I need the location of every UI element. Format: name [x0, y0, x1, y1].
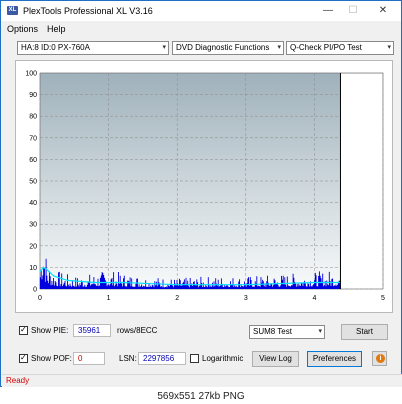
- pof-value: 0: [73, 352, 105, 365]
- y-tick-label: 10: [29, 265, 37, 272]
- chevron-down-icon: ▾: [387, 44, 391, 51]
- show-pof-checkbox[interactable]: [19, 353, 28, 363]
- sum-test-select-value: SUM8 Test: [253, 327, 292, 336]
- info-icon: i: [376, 354, 385, 363]
- sum-test-select[interactable]: SUM8 Test ▾: [249, 325, 325, 339]
- x-tick-label: 4: [312, 295, 316, 302]
- start-button[interactable]: Start: [341, 324, 388, 340]
- lsn-label: LSN:: [119, 354, 137, 363]
- menu-options[interactable]: Options: [7, 24, 38, 34]
- chevron-down-icon: ▾: [162, 44, 166, 51]
- y-tick-label: 0: [33, 287, 37, 294]
- y-tick-label: 50: [29, 179, 37, 186]
- unused-area: [340, 73, 383, 289]
- x-tick-label: 2: [175, 295, 179, 302]
- app-logo-icon: XL: [7, 6, 18, 15]
- logarithmic-label: Logarithmic: [202, 354, 244, 363]
- test-select[interactable]: Q-Check PI/PO Test ▾: [286, 41, 394, 55]
- info-button[interactable]: i: [372, 351, 387, 366]
- close-button[interactable]: ✕: [371, 3, 395, 19]
- y-tick-label: 80: [29, 114, 37, 121]
- menu-bar: Options Help: [1, 21, 401, 36]
- y-tick-label: 100: [25, 71, 37, 78]
- x-tick-label: 1: [107, 295, 111, 302]
- lsn-value: 2297856: [138, 352, 186, 365]
- status-bar: Ready: [2, 374, 402, 387]
- rows-label: rows/8ECC: [117, 326, 158, 335]
- chart-canvas: 0 10 20 30 40 50 60 70 80 90 100 0 1 2 3 4 5: [25, 71, 385, 303]
- function-select[interactable]: DVD Diagnostic Functions ▾: [172, 41, 284, 55]
- pie-po-chart: 0 10 20 30 40 50 60 70 80 90 100 0 1 2 3 4 5: [15, 60, 393, 313]
- drive-select[interactable]: HA:8 ID:0 PX-760A ▾: [17, 41, 169, 55]
- x-tick-label: 3: [244, 295, 248, 302]
- view-log-button[interactable]: View Log: [252, 351, 299, 367]
- y-tick-label: 70: [29, 135, 37, 142]
- y-tick-label: 60: [29, 157, 37, 164]
- status-text: Ready: [6, 376, 30, 385]
- pie-value: 35961: [73, 324, 111, 337]
- y-tick-label: 40: [29, 200, 37, 207]
- image-caption: 569x551 27kb PNG: [0, 389, 402, 404]
- logarithmic-checkbox[interactable]: [190, 354, 199, 363]
- show-pie-checkbox[interactable]: [19, 325, 28, 335]
- function-select-value: DVD Diagnostic Functions: [176, 43, 270, 52]
- chevron-down-icon: ▾: [318, 328, 322, 335]
- preferences-button[interactable]: Preferences: [307, 351, 362, 367]
- test-select-value: Q-Check PI/PO Test: [290, 43, 362, 52]
- app-window: XL PlexTools Professional XL V3.16 — ☐ ✕…: [0, 0, 402, 387]
- maximize-button[interactable]: ☐: [341, 3, 365, 19]
- show-pof-label: Show POF:: [31, 354, 72, 363]
- y-tick-label: 90: [29, 92, 37, 99]
- minimize-button[interactable]: —: [316, 3, 340, 19]
- y-tick-label: 20: [29, 243, 37, 250]
- menu-help[interactable]: Help: [47, 24, 66, 34]
- x-tick-label: 0: [38, 295, 42, 302]
- drive-select-value: HA:8 ID:0 PX-760A: [21, 43, 90, 52]
- y-tick-label: 30: [29, 222, 37, 229]
- title-bar[interactable]: XL PlexTools Professional XL V3.16 — ☐ ✕: [1, 1, 401, 21]
- show-pie-label: Show PIE:: [31, 326, 69, 335]
- x-tick-label: 5: [381, 295, 385, 302]
- window-title: PlexTools Professional XL V3.16: [23, 6, 153, 16]
- chevron-down-icon: ▾: [277, 44, 281, 51]
